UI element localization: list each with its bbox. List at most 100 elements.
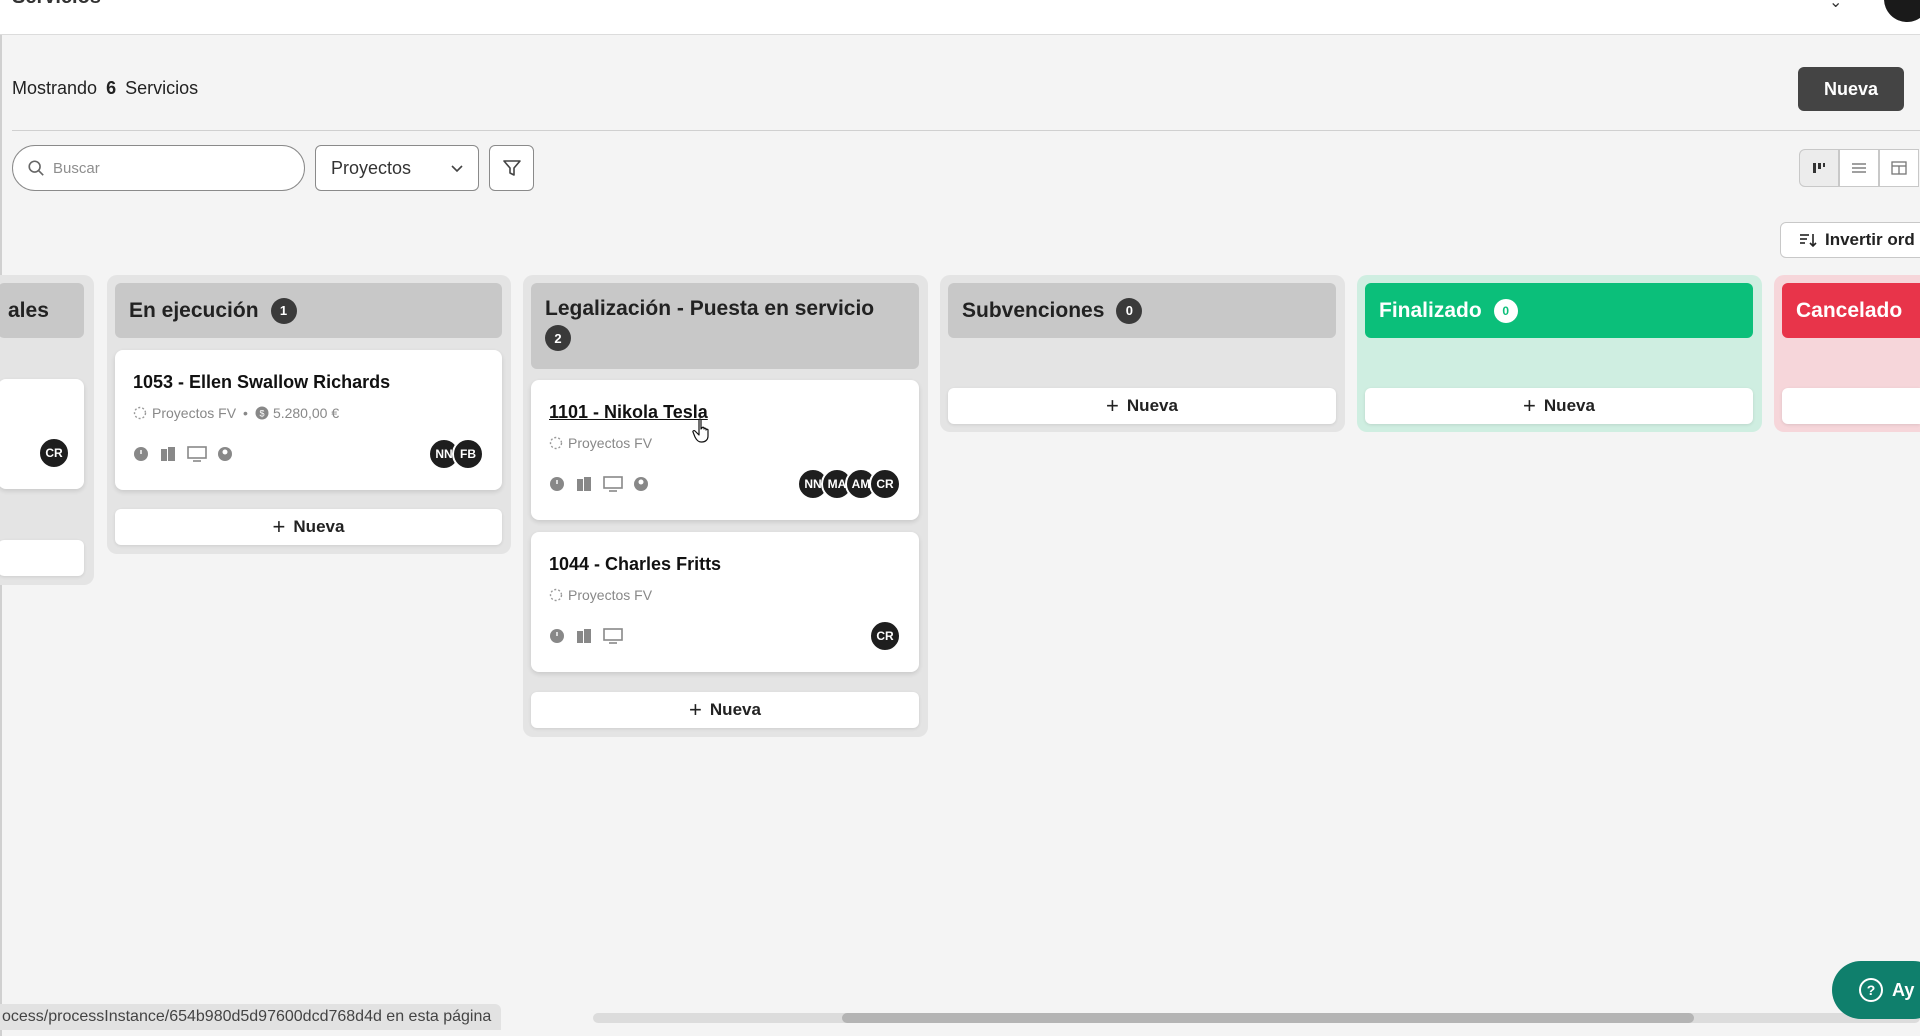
card-meta: Proyectos FV • $ 5.280,00 € xyxy=(133,405,339,421)
card-icons xyxy=(549,628,633,644)
kanban-column: Subvenciones 0 + Nueva xyxy=(940,275,1345,432)
project-status-icon xyxy=(549,436,563,450)
avatar: FB xyxy=(452,438,484,470)
add-card-label: Nueva xyxy=(1126,396,1178,415)
counter-suffix: Servicios xyxy=(125,78,199,98)
assignee-avatars: NN MA AM CR xyxy=(797,468,901,500)
count-badge: 0 xyxy=(1116,297,1143,324)
add-card-button[interactable]: + Nueva xyxy=(531,692,919,728)
svg-text:$: $ xyxy=(259,409,264,419)
column-title: ales xyxy=(8,298,49,322)
horizontal-scrollbar-thumb[interactable] xyxy=(842,1013,1694,1023)
sort-icon xyxy=(1800,234,1817,248)
results-counter: Mostrando 6 Servicios xyxy=(12,78,198,99)
help-button[interactable]: ? Ay xyxy=(1832,961,1920,1019)
monitor-icon xyxy=(603,628,623,644)
service-card[interactable]: 1044 - Charles Fritts Proyectos FV CR xyxy=(531,532,919,672)
plus-icon: + xyxy=(272,514,286,539)
add-card-button[interactable]: + Nueva xyxy=(1365,388,1753,424)
project-status-icon xyxy=(549,588,563,602)
user-settings-icon xyxy=(633,476,649,492)
project-select-value: Proyectos xyxy=(331,157,412,178)
avatar: CR xyxy=(38,437,70,469)
add-card-button[interactable] xyxy=(1782,388,1920,424)
search-box[interactable] xyxy=(12,145,305,191)
clock-icon xyxy=(549,628,565,644)
project-status-icon xyxy=(133,406,147,420)
invert-order-button[interactable]: Invertir ord xyxy=(1780,222,1920,258)
chevron-down-icon[interactable]: ⌄ xyxy=(1829,0,1842,12)
view-switcher xyxy=(1799,149,1920,187)
table-view-button[interactable] xyxy=(1879,149,1919,187)
divider xyxy=(12,130,1920,131)
card-meta: Proyectos FV xyxy=(549,587,652,603)
counter-prefix: Mostrando xyxy=(12,78,98,98)
plus-icon: + xyxy=(689,697,702,722)
kanban-view-button[interactable] xyxy=(1799,149,1839,187)
column-header: Subvenciones 0 xyxy=(948,283,1336,338)
chevron-down-icon xyxy=(451,165,463,173)
kanban-icon xyxy=(1813,163,1825,173)
card-title[interactable]: 1044 - Charles Fritts xyxy=(549,554,721,575)
add-card-label: Nueva xyxy=(1543,396,1595,415)
card-icons xyxy=(133,446,243,462)
counter-number: 6 xyxy=(106,78,117,98)
clock-icon xyxy=(133,446,149,462)
count-badge: 0 xyxy=(1493,298,1518,323)
column-title: Subvenciones xyxy=(962,298,1105,322)
service-card[interactable]: 1053 - Ellen Swallow Richards Proyectos … xyxy=(115,350,502,490)
card-icons xyxy=(549,476,659,492)
project-select[interactable]: Proyectos xyxy=(315,145,479,191)
clock-icon xyxy=(549,476,565,492)
filter-button[interactable] xyxy=(489,145,534,191)
help-label: Ay xyxy=(1892,979,1915,1000)
add-card-button[interactable]: + Nueva xyxy=(948,388,1336,424)
user-settings-icon xyxy=(217,446,233,462)
plus-icon: + xyxy=(1106,393,1119,418)
separator-dot: • xyxy=(243,405,248,421)
search-input[interactable] xyxy=(53,159,283,177)
filter-icon xyxy=(502,160,521,176)
card-project: Proyectos FV xyxy=(568,587,653,603)
avatar: CR xyxy=(869,620,901,652)
avatar: CR xyxy=(869,468,901,500)
table-icon xyxy=(1891,161,1907,175)
list-icon xyxy=(1852,163,1866,173)
building-icon xyxy=(159,446,177,462)
assignee-avatars: CR xyxy=(38,437,70,469)
column-header: Legalización - Puesta en servicio 2 xyxy=(531,283,919,369)
kanban-column: Legalización - Puesta en servicio 2 1101… xyxy=(523,275,928,737)
page-title: Servicios xyxy=(12,0,101,9)
column-title: Legalización - Puesta en servicio xyxy=(545,297,875,320)
search-icon xyxy=(28,160,44,176)
column-header: Finalizado 0 xyxy=(1365,283,1753,338)
money-icon: $ xyxy=(255,406,269,420)
user-avatar[interactable] xyxy=(1884,0,1920,22)
column-title: Finalizado xyxy=(1379,298,1482,322)
card-title-link[interactable]: 1101 - Nikola Tesla xyxy=(549,402,708,423)
kanban-column: ales CR xyxy=(0,275,94,585)
add-card-button[interactable] xyxy=(0,540,84,576)
service-card[interactable]: CR xyxy=(0,379,84,489)
list-view-button[interactable] xyxy=(1839,149,1879,187)
kanban-column: En ejecución 1 1053 - Ellen Swallow Rich… xyxy=(107,275,511,554)
new-service-button[interactable]: Nueva xyxy=(1798,67,1904,111)
assignee-avatars: NN FB xyxy=(428,438,484,470)
card-meta: Proyectos FV xyxy=(549,435,652,451)
plus-icon: + xyxy=(1523,393,1536,418)
card-amount: 5.280,00 € xyxy=(272,405,340,421)
svg-text:?: ? xyxy=(1867,982,1876,998)
kanban-column: Finalizado 0 + Nueva xyxy=(1357,275,1762,432)
top-bar: Servicios ⌄ xyxy=(0,0,1920,35)
card-title[interactable]: 1053 - Ellen Swallow Richards xyxy=(133,372,390,393)
add-card-button[interactable]: + Nueva xyxy=(115,509,502,545)
card-project: Proyectos FV xyxy=(152,405,237,421)
building-icon xyxy=(575,628,593,644)
service-card[interactable]: 1101 - Nikola Tesla Proyectos FV NN MA A… xyxy=(531,380,919,520)
column-header: ales xyxy=(0,283,84,338)
add-card-label: Nueva xyxy=(709,700,761,719)
assignee-avatars: CR xyxy=(869,620,901,652)
card-project: Proyectos FV xyxy=(568,435,653,451)
monitor-icon xyxy=(603,476,623,492)
add-card-label: Nueva xyxy=(293,517,345,536)
